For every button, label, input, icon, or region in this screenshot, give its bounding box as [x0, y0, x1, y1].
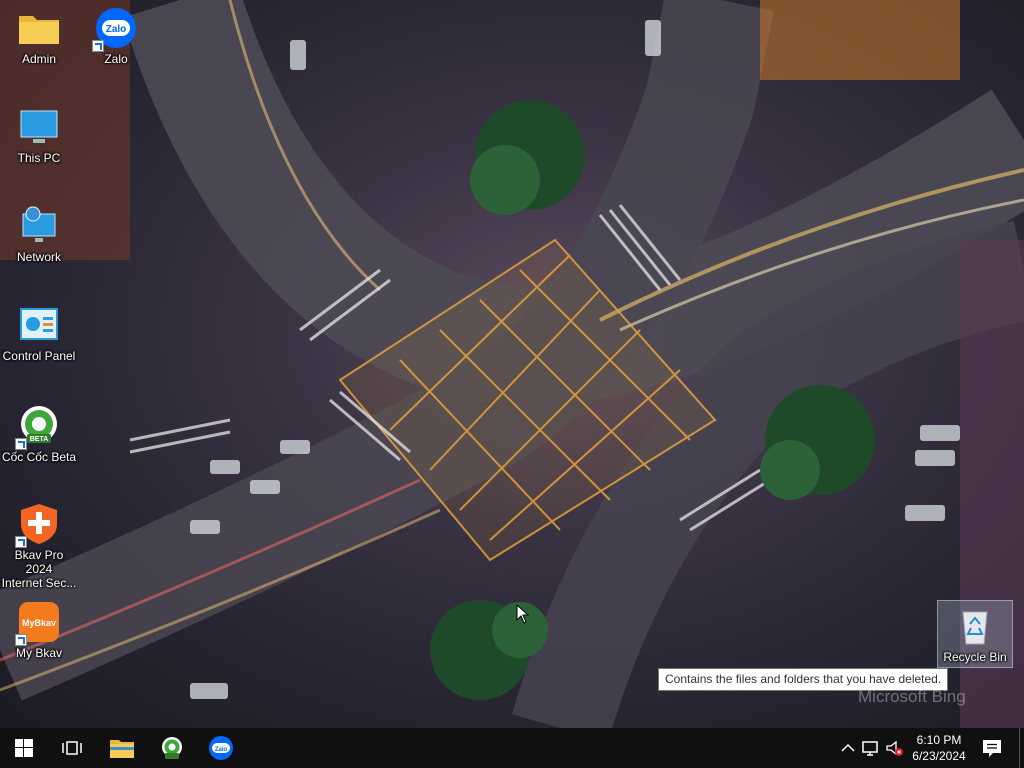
system-clock[interactable]: 6:10 PM 6/23/2024 — [906, 732, 972, 764]
clock-date: 6/23/2024 — [912, 749, 966, 763]
desktop-icon-coccoc-beta[interactable]: BETA Cốc Cốc Beta — [1, 404, 77, 464]
coccoc-taskbar-button[interactable] — [148, 728, 196, 768]
recycle-bin-icon — [953, 604, 997, 648]
desktop-icon-zalo[interactable]: Zalo Zalo — [78, 6, 154, 66]
task-view-button[interactable] — [48, 728, 96, 768]
network-icon — [17, 204, 61, 248]
desktop-icon-my-bkav[interactable]: MyBkav My Bkav — [1, 600, 77, 660]
svg-text:MyBkav: MyBkav — [22, 618, 56, 628]
shortcut-arrow-icon — [92, 40, 104, 52]
wallpaper-illustration — [0, 0, 1024, 728]
svg-text:Zalo: Zalo — [106, 24, 127, 35]
desktop-icon-label: Admin — [21, 52, 56, 66]
volume-muted-icon[interactable] — [884, 738, 904, 758]
desktop-wallpaper — [0, 0, 1024, 728]
desktop-icon-label: Recycle Bin — [943, 650, 1007, 664]
bing-watermark: Microsoft Bing — [858, 687, 966, 706]
desktop-icon-network[interactable]: Network — [1, 204, 77, 264]
mouse-cursor-icon — [516, 604, 530, 624]
start-button[interactable] — [0, 728, 48, 768]
notification-icon[interactable] — [980, 736, 1004, 760]
desktop-icon-admin[interactable]: Admin — [1, 6, 77, 66]
desktop-icon-label: Cốc Cốc Beta — [1, 450, 77, 464]
task-view-icon — [62, 741, 82, 755]
zalo-icon: Zalo — [92, 6, 138, 52]
chevron-up-icon[interactable] — [838, 738, 858, 758]
desktop-icon-label: Network — [16, 250, 61, 264]
clock-time: 6:10 PM — [916, 733, 962, 747]
show-desktop-button[interactable] — [1019, 728, 1024, 768]
mybkav-icon: MyBkav — [15, 600, 61, 646]
windows-start-icon — [15, 739, 33, 757]
desktop-icon-recycle-bin[interactable]: Recycle Bin — [937, 600, 1013, 668]
zalo-taskbar-button[interactable]: Zalo — [197, 728, 245, 768]
desktop-icon-this-pc[interactable]: This PC — [1, 105, 77, 165]
computer-icon — [17, 105, 61, 149]
desktop-icon-label: This PC — [17, 151, 61, 165]
desktop-icon-label: Control Panel — [2, 349, 76, 363]
control-panel-icon — [17, 303, 61, 347]
svg-text:BETA: BETA — [30, 436, 49, 443]
shortcut-arrow-icon — [15, 536, 27, 548]
desktop-icon-control-panel[interactable]: Control Panel — [1, 303, 77, 363]
zalo-icon: Zalo — [209, 736, 233, 760]
bkav-shield-icon — [15, 502, 61, 548]
coccoc-icon — [162, 737, 182, 759]
folder-icon — [17, 6, 61, 50]
shortcut-arrow-icon — [15, 634, 27, 646]
coccoc-icon: BETA — [15, 404, 61, 450]
svg-text:Zalo: Zalo — [215, 747, 228, 753]
desktop-icon-label: Bkav Pro 2024 Internet Sec... — [1, 548, 77, 590]
shortcut-arrow-icon — [15, 438, 27, 450]
desktop-icon-bkav-pro[interactable]: Bkav Pro 2024 Internet Sec... — [1, 502, 77, 590]
file-explorer-icon — [110, 740, 134, 758]
desktop-icon-label: Zalo — [104, 52, 128, 66]
file-explorer-button[interactable] — [98, 728, 146, 768]
taskbar: Zalo 6:10 PM 6/23/2024 — [0, 728, 1024, 768]
desktop-icon-label: My Bkav — [15, 646, 62, 660]
network-icon[interactable] — [861, 738, 881, 758]
